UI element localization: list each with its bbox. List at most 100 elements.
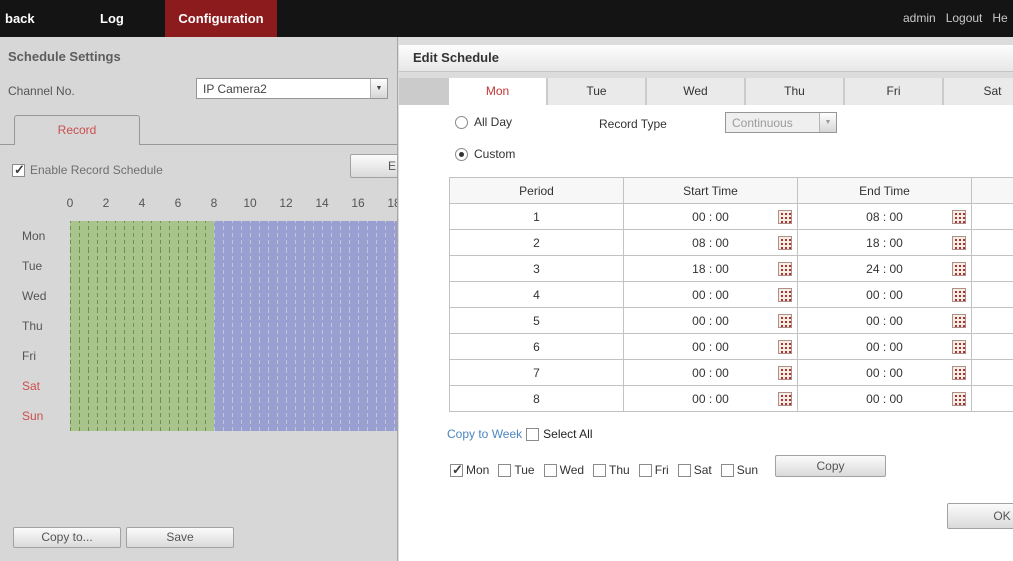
week-day-option-tue[interactable]: Tue xyxy=(498,463,534,477)
week-day-option-thu[interactable]: Thu xyxy=(593,463,630,477)
time-picker-icon[interactable] xyxy=(952,366,966,380)
week-day-checkbox[interactable] xyxy=(544,464,557,477)
start-time-cell[interactable]: 00 : 00 xyxy=(624,386,798,412)
time-picker-icon[interactable] xyxy=(952,314,966,328)
end-time-cell[interactable]: 00 : 00 xyxy=(798,334,972,360)
schedule-bar-blue[interactable] xyxy=(214,221,398,251)
start-time-cell[interactable]: 00 : 00 xyxy=(624,334,798,360)
time-picker-icon[interactable] xyxy=(778,236,792,250)
enable-record-checkbox[interactable] xyxy=(12,164,25,177)
time-picker-icon[interactable] xyxy=(952,340,966,354)
record-type-cell[interactable]: M xyxy=(972,256,1013,282)
time-picker-icon[interactable] xyxy=(778,210,792,224)
copy-button[interactable]: Copy xyxy=(775,455,886,477)
end-time-cell[interactable]: 00 : 00 xyxy=(798,308,972,334)
tab-log[interactable]: Log xyxy=(100,0,124,37)
end-time-cell[interactable]: 24 : 00 xyxy=(798,256,972,282)
time-picker-icon[interactable] xyxy=(952,392,966,406)
schedule-row-wed[interactable] xyxy=(70,281,398,311)
start-time-cell[interactable]: 08 : 00 xyxy=(624,230,798,256)
schedule-row-tue[interactable] xyxy=(70,251,398,281)
end-time-cell[interactable]: 00 : 00 xyxy=(798,360,972,386)
schedule-grid[interactable] xyxy=(70,221,398,431)
start-time-cell[interactable]: 18 : 00 xyxy=(624,256,798,282)
start-time-cell[interactable]: 00 : 00 xyxy=(624,282,798,308)
edit-day-tab-wed[interactable]: Wed xyxy=(647,78,744,105)
schedule-row-sun[interactable] xyxy=(70,401,398,431)
start-time-cell[interactable]: 00 : 00 xyxy=(624,308,798,334)
help-link[interactable]: He xyxy=(992,0,1007,37)
time-picker-icon[interactable] xyxy=(952,236,966,250)
week-day-checkbox[interactable] xyxy=(678,464,691,477)
week-day-option-sun[interactable]: Sun xyxy=(721,463,758,477)
tab-playback[interactable]: back xyxy=(5,0,35,37)
schedule-bar-blue[interactable] xyxy=(214,281,398,311)
chevron-down-icon[interactable]: ▼ xyxy=(819,113,836,132)
edit-day-tab-thu[interactable]: Thu xyxy=(746,78,843,105)
schedule-bar-blue[interactable] xyxy=(214,251,398,281)
channel-select[interactable]: IP Camera2 ▼ xyxy=(196,78,388,99)
edit-day-tab-tue[interactable]: Tue xyxy=(548,78,645,105)
week-day-checkbox[interactable] xyxy=(639,464,652,477)
time-picker-icon[interactable] xyxy=(952,262,966,276)
record-type-cell[interactable]: C xyxy=(972,334,1013,360)
time-picker-icon[interactable] xyxy=(778,288,792,302)
schedule-row-sat[interactable] xyxy=(70,371,398,401)
record-type-cell[interactable]: M xyxy=(972,204,1013,230)
copy-to-button[interactable]: Copy to... xyxy=(13,527,121,548)
week-day-checkbox[interactable] xyxy=(593,464,606,477)
start-time-cell[interactable]: 00 : 00 xyxy=(624,204,798,230)
record-type-cell[interactable]: C xyxy=(972,282,1013,308)
time-picker-icon[interactable] xyxy=(952,210,966,224)
record-type-select[interactable]: Continuous ▼ xyxy=(725,112,837,133)
end-time-cell[interactable]: 18 : 00 xyxy=(798,230,972,256)
record-type-cell[interactable]: C xyxy=(972,386,1013,412)
schedule-bar-green[interactable] xyxy=(70,281,214,311)
schedule-bar-green[interactable] xyxy=(70,371,214,401)
week-day-checkbox[interactable] xyxy=(498,464,511,477)
week-day-checkbox[interactable] xyxy=(721,464,734,477)
week-day-checkbox[interactable] xyxy=(450,464,463,477)
time-picker-icon[interactable] xyxy=(778,262,792,276)
schedule-row-fri[interactable] xyxy=(70,341,398,371)
copy-to-week-link[interactable]: Copy to Week xyxy=(447,427,522,441)
schedule-bar-green[interactable] xyxy=(70,311,214,341)
edit-day-tab-fri[interactable]: Fri xyxy=(845,78,942,105)
schedule-bar-green[interactable] xyxy=(70,401,214,431)
schedule-bar-blue[interactable] xyxy=(214,401,398,431)
select-all-checkbox[interactable] xyxy=(526,428,539,441)
schedule-bar-green[interactable] xyxy=(70,341,214,371)
edit-day-tab-sat[interactable]: Sat xyxy=(944,78,1013,105)
record-type-cell[interactable]: C xyxy=(972,230,1013,256)
chevron-down-icon[interactable]: ▼ xyxy=(370,79,387,98)
time-picker-icon[interactable] xyxy=(952,288,966,302)
schedule-row-thu[interactable] xyxy=(70,311,398,341)
time-picker-icon[interactable] xyxy=(778,366,792,380)
week-day-option-wed[interactable]: Wed xyxy=(544,463,584,477)
tab-configuration[interactable]: Configuration xyxy=(165,0,277,37)
record-type-cell[interactable]: C xyxy=(972,308,1013,334)
schedule-bar-blue[interactable] xyxy=(214,341,398,371)
end-time-cell[interactable]: 00 : 00 xyxy=(798,282,972,308)
week-day-option-mon[interactable]: Mon xyxy=(450,463,489,477)
all-day-radio[interactable] xyxy=(455,116,468,129)
schedule-bar-green[interactable] xyxy=(70,251,214,281)
record-tab[interactable]: Record xyxy=(14,115,140,145)
schedule-bar-blue[interactable] xyxy=(214,311,398,341)
schedule-row-mon[interactable] xyxy=(70,221,398,251)
schedule-bar-blue[interactable] xyxy=(214,371,398,401)
week-day-option-fri[interactable]: Fri xyxy=(639,463,669,477)
edit-button[interactable]: E xyxy=(350,154,398,178)
time-picker-icon[interactable] xyxy=(778,392,792,406)
logout-link[interactable]: Logout xyxy=(946,0,983,37)
time-picker-icon[interactable] xyxy=(778,340,792,354)
schedule-bar-green[interactable] xyxy=(70,221,214,251)
custom-radio[interactable] xyxy=(455,148,468,161)
start-time-cell[interactable]: 00 : 00 xyxy=(624,360,798,386)
ok-button[interactable]: OK xyxy=(947,503,1013,529)
time-picker-icon[interactable] xyxy=(778,314,792,328)
week-day-option-sat[interactable]: Sat xyxy=(678,463,712,477)
edit-day-tab-mon[interactable]: Mon xyxy=(449,78,546,105)
end-time-cell[interactable]: 08 : 00 xyxy=(798,204,972,230)
record-type-cell[interactable]: C xyxy=(972,360,1013,386)
